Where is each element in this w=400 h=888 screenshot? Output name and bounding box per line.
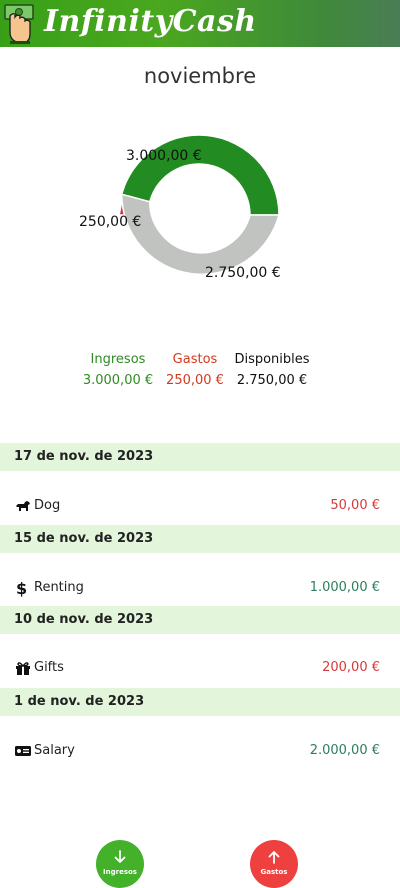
gift-icon [16,662,30,675]
arrow-up-icon [268,850,280,864]
dog-icon [16,501,30,511]
summary-disponibles: Disponibles 2.750,00 € [230,352,314,390]
summary-disponibles-value: 2.750,00 € [236,373,308,388]
fab-gastos-label: Gastos [260,867,288,876]
chart-label-disponibles: 2.750,00 € [205,265,281,281]
summary-gastos-label: Gastos [172,352,218,367]
transaction-row[interactable]: Dog 50,00 € [0,494,400,518]
dollar-icon: $ [16,579,27,597]
svg-text:$: $ [16,579,27,597]
date-header: 15 de nov. de 2023 [0,525,400,553]
summary: Ingresos 3.000,00 € Gastos 250,00 € Disp… [0,352,400,392]
app-title: InfinityCash [44,4,257,39]
money-bill-icon [15,746,31,756]
month-title: noviembre [143,64,257,88]
transaction-amount: 2.000,00 € [309,743,380,758]
transaction-label: Salary [34,743,75,758]
transaction-row[interactable]: Gifts 200,00 € [0,656,400,680]
transaction-label: Gifts [34,660,64,675]
chart-label-gastos: 250,00 € [79,214,142,230]
summary-ingresos: Ingresos 3.000,00 € [80,352,156,390]
date-header: 17 de nov. de 2023 [0,443,400,471]
app-header: InfinityCash [0,0,400,47]
transaction-amount: 50,00 € [330,498,380,513]
fab-ingresos-label: Ingresos [103,867,137,876]
date-header: 10 de nov. de 2023 [0,606,400,634]
summary-gastos: Gastos 250,00 € [160,352,230,390]
transaction-row[interactable]: $ Renting 1.000,00 € [0,576,400,600]
arrow-down-icon [114,849,126,863]
transaction-label: Renting [34,580,84,595]
transaction-amount: 200,00 € [322,660,380,675]
summary-gastos-value: 250,00 € [166,373,224,388]
transaction-row[interactable]: Salary 2.000,00 € [0,739,400,763]
transaction-label: Dog [34,498,61,513]
transaction-amount: 1.000,00 € [309,580,380,595]
hand-cash-logo-icon [4,4,34,44]
add-gasto-button[interactable]: Gastos [250,840,298,888]
summary-ingresos-value: 3.000,00 € [82,373,154,388]
summary-ingresos-label: Ingresos [90,352,146,367]
add-ingreso-button[interactable]: Ingresos [96,840,144,888]
date-header: 1 de nov. de 2023 [0,688,400,716]
chart-label-ingresos: 3.000,00 € [126,148,202,164]
summary-disponibles-label: Disponibles [234,352,310,367]
